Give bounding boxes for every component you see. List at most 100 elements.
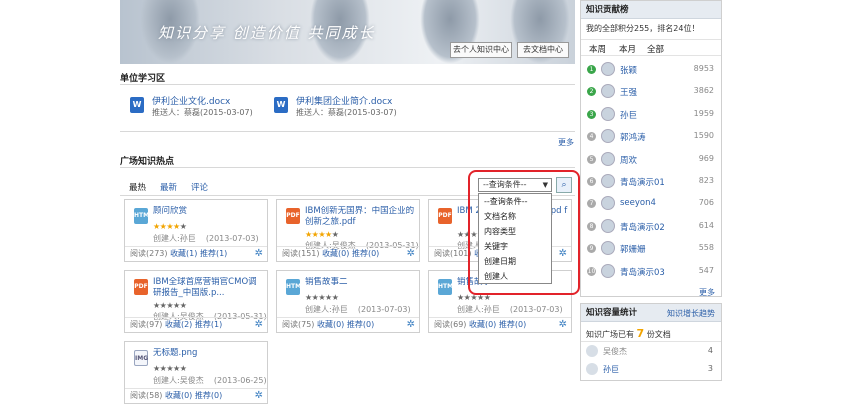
star-icon: ★ [173, 364, 180, 373]
tab-hottest[interactable]: 最热 [129, 181, 146, 193]
favorite-link[interactable]: 收藏(2) [165, 320, 192, 329]
unit-doc-title[interactable]: 伊利企业文化.docx [152, 94, 230, 107]
gear-icon[interactable]: ✲ [559, 319, 567, 330]
tab-month[interactable]: 本月 [619, 43, 636, 55]
ranking-row: 5 周欢 969 [586, 149, 716, 171]
ranking-user-name[interactable]: 青岛演示03 [620, 266, 665, 278]
read-count: 阅读(273) [130, 249, 168, 258]
star-icon: ★ [318, 293, 326, 302]
growth-trend-link[interactable]: 知识增长趋势 [667, 308, 715, 319]
rating-stars: ★★★★★ [305, 230, 339, 239]
rating-stars: ★★★★★ [305, 293, 339, 302]
query-option[interactable]: 创建日期 [479, 254, 551, 269]
stats-user-name: 吴俊杰 [603, 347, 627, 356]
unit-doc-title[interactable]: 伊利集团企业简介.docx [296, 94, 392, 107]
query-option[interactable]: 创建人 [479, 269, 551, 284]
ranking-user-name[interactable]: 王强 [620, 86, 637, 98]
stats-panel: 知识容量统计 知识增长趋势 知识广场已有 7 份文档 吴俊杰 4 孙巨 3 [580, 303, 722, 381]
ranking-score: 1959 [693, 108, 714, 118]
card-title[interactable]: 无标题.png [153, 348, 265, 359]
ranking-user-name[interactable]: 周欢 [620, 154, 637, 166]
recommend-link[interactable]: 推荐(1) [195, 320, 222, 329]
star-icon: ★ [179, 222, 187, 231]
read-count: 阅读(58) [130, 391, 163, 400]
stats-count: 7 [636, 327, 645, 340]
stats-user-name[interactable]: 孙巨 [603, 364, 619, 375]
divider [120, 131, 575, 132]
ranking-user-name[interactable]: seeyon4 [620, 198, 656, 208]
read-count: 阅读(75) [282, 320, 315, 329]
recommend-link[interactable]: 推荐(1) [200, 249, 227, 258]
query-select[interactable]: --查询条件-- ▼ [478, 178, 552, 192]
unit-more-link[interactable]: 更多 [558, 137, 574, 148]
avatar [601, 62, 615, 76]
ranking-user-name[interactable]: 青岛演示02 [620, 221, 665, 233]
ranking-user-name[interactable]: 孙巨 [620, 109, 637, 121]
query-option[interactable]: --查询条件-- [479, 194, 551, 209]
star-icon: ★ [153, 364, 160, 373]
avatar [601, 174, 615, 188]
knowledge-card[interactable]: PDF IBM全球首席营销官CMO调研报告_中国版.p... ★★★★★ 创建人:吴俊… [124, 270, 268, 333]
star-icon: ★ [166, 301, 174, 310]
avatar [601, 129, 615, 144]
personal-center-button[interactable]: 去个人知识中心 [450, 42, 512, 58]
knowledge-card[interactable]: HTML 顾问欣赏 ★★★★★ 创建人:孙巨 (2013-07-03) 阅读(273) … [124, 199, 268, 262]
ranking-row: 4 郭鸿涛 1590 [586, 126, 716, 148]
knowledge-card[interactable]: IMG 无标题.png ★★★★★ 创建人:吴俊杰 (2013-06-25) 阅读(58… [124, 341, 268, 404]
search-icon[interactable]: ⌕ [556, 177, 572, 193]
tab-all[interactable]: 全部 [647, 43, 664, 55]
star-icon: ★ [331, 293, 339, 302]
card-title[interactable]: 顾问欣赏 [153, 206, 265, 217]
recommend-link[interactable]: 推荐(0) [347, 320, 374, 329]
ranking-user-name[interactable]: 青岛演示01 [620, 176, 665, 188]
recommend-link[interactable]: 推荐(0) [195, 391, 222, 400]
stats-summary-prefix: 知识广场已有 [586, 330, 634, 339]
gear-icon[interactable]: ✲ [255, 319, 263, 330]
gear-icon[interactable]: ✲ [255, 248, 263, 259]
stats-user-value: 3 [707, 364, 713, 373]
favorite-link[interactable]: 收藏(1) [170, 249, 197, 258]
tab-newest[interactable]: 最新 [160, 181, 177, 193]
tab-week[interactable]: 本周 [589, 43, 606, 55]
my-points: 我的全部积分255，排名24位！ [586, 24, 700, 33]
knowledge-card[interactable]: HTML 销售故事二 ★★★★★ 创建人:孙巨 (2013-07-03) 阅读(75) … [276, 270, 420, 333]
tab-comments[interactable]: 评论 [191, 181, 208, 193]
gear-icon[interactable]: ✲ [255, 390, 263, 401]
creator-name: 创建人:孙巨 [457, 305, 500, 314]
card-title[interactable]: 销售故事二 [305, 277, 417, 288]
star-icon: ★ [457, 293, 464, 302]
card-title[interactable]: IBM全球首席营销官CMO调研报告_中国版.p... [153, 277, 265, 299]
star-icon: ★ [325, 293, 332, 302]
ranking-user-name[interactable]: 郭姗姗 [620, 243, 646, 255]
recommend-link[interactable]: 推荐(0) [499, 320, 526, 329]
avatar [601, 263, 615, 278]
doc-center-button[interactable]: 去文档中心 [517, 42, 569, 58]
star-icon: ★ [166, 364, 174, 373]
ranking-panel: 知识贡献榜 我的全部积分255，排名24位！ 本周 本月 全部 1 张颖 8953 2… [580, 0, 722, 297]
favorite-link[interactable]: 收藏(0) [317, 320, 344, 329]
favorite-link[interactable]: 收藏(0) [322, 249, 349, 258]
gear-icon[interactable]: ✲ [407, 319, 415, 330]
file-type-icon: HTML [134, 208, 153, 224]
star-icon: ★ [325, 230, 332, 239]
ranking-user-name[interactable]: 张颖 [620, 64, 637, 76]
favorite-link[interactable]: 收藏(0) [469, 320, 496, 329]
file-type-icon: HTML [438, 279, 457, 295]
file-type-icon: PDF [438, 208, 452, 224]
ranking-score: 8953 [693, 64, 714, 73]
query-option[interactable]: 文档名称 [479, 209, 551, 224]
word-doc-icon: W [130, 97, 144, 113]
query-option[interactable]: 内容类型 [479, 224, 551, 239]
card-title[interactable]: IBM创新无国界：中国企业的创新之旅.pdf [305, 206, 417, 228]
chevron-down-icon: ▼ [542, 181, 548, 189]
recommend-link[interactable]: 推荐(0) [352, 249, 379, 258]
ranking-user-name[interactable]: 郭鸿涛 [620, 131, 646, 143]
file-type-icon: PDF [134, 279, 148, 295]
gear-icon[interactable]: ✲ [407, 248, 415, 259]
ranking-more-link[interactable]: 更多 [699, 287, 715, 298]
favorite-link[interactable]: 收藏(0) [165, 391, 192, 400]
query-option[interactable]: 关键字 [479, 239, 551, 254]
unit-doc-meta: 推送人：蔡磊(2015-03-07) [296, 108, 397, 117]
ranking-row: 2 王强 3862 [586, 81, 716, 103]
knowledge-card[interactable]: PDF IBM创新无国界：中国企业的创新之旅.pdf ★★★★★ 创建人:吴俊杰 (2… [276, 199, 420, 262]
